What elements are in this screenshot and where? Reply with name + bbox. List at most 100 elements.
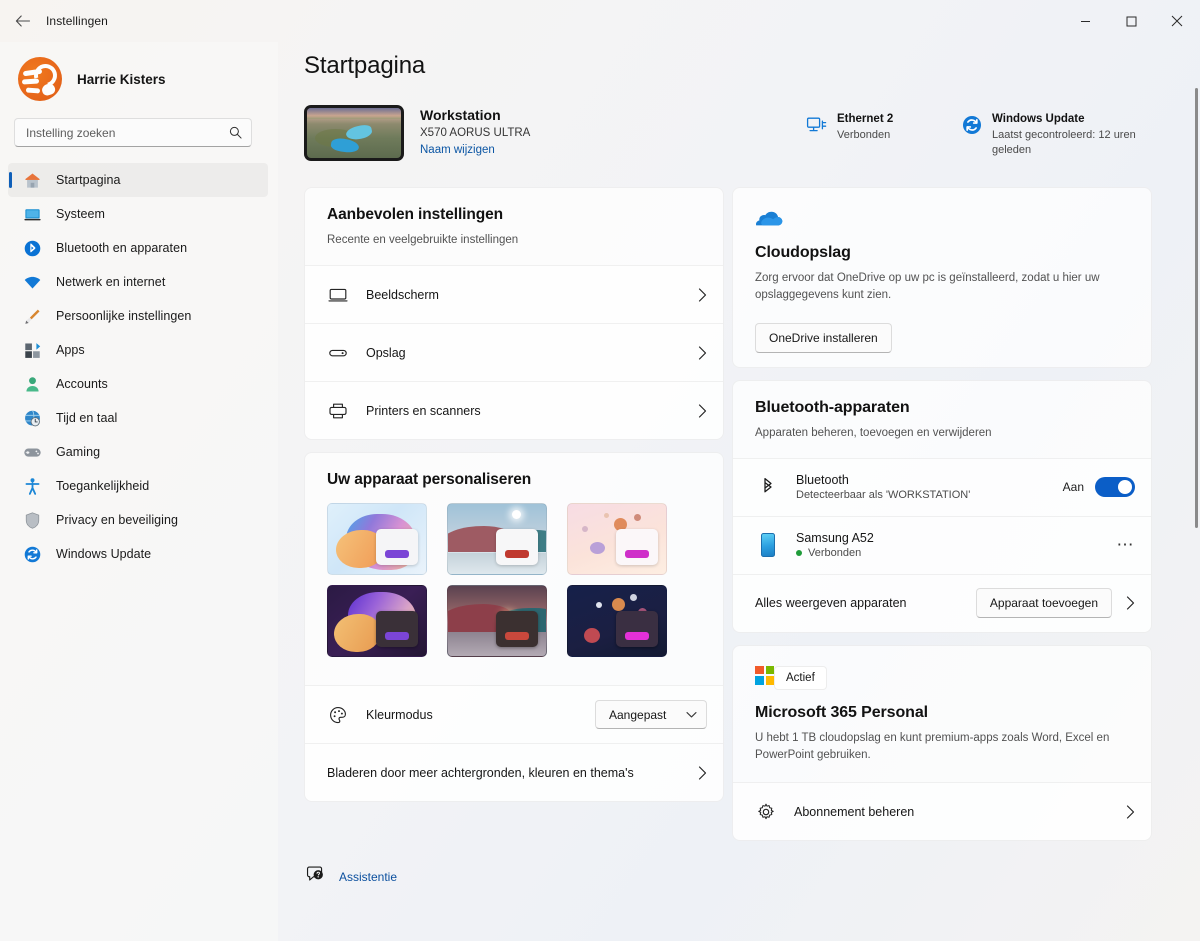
theme-option-bloom-dark[interactable]: [327, 585, 427, 658]
card-subtitle: Apparaten beheren, toevoegen en verwijde…: [755, 426, 992, 439]
right-column: Cloudopslag Zorg ervoor dat OneDrive op …: [732, 187, 1152, 842]
theme-option-cosmos-dark[interactable]: [567, 585, 667, 658]
device-info: Workstation X570 AORUS ULTRA Naam wijzig…: [420, 105, 530, 156]
main-content: Startpagina Workstation X570 AORUS ULTRA…: [278, 42, 1194, 941]
card-header: Aanbevolen instellingen Recente en veelg…: [305, 188, 723, 265]
back-button[interactable]: [6, 6, 40, 36]
color-mode-row[interactable]: Kleurmodus Aangepast: [305, 685, 723, 744]
gamepad-icon: [22, 442, 42, 462]
close-icon: [1171, 15, 1183, 27]
sidebar-item-privacy-en-beveiliging[interactable]: Privacy en beveiliging: [8, 503, 268, 537]
row-label: Samsung A52: [796, 531, 874, 546]
sidebar-item-systeem[interactable]: Systeem: [8, 197, 268, 231]
sidebar-item-netwerk-en-internet[interactable]: Netwerk en internet: [8, 265, 268, 299]
device-model: X570 AORUS ULTRA: [420, 127, 531, 139]
status-item-windows-update[interactable]: Windows Update Laatst gecontroleerd: 12 …: [961, 113, 1156, 158]
sidebar-item-gaming[interactable]: Gaming: [8, 435, 268, 469]
card-title: Cloudopslag: [755, 244, 851, 261]
status-dot-icon: [796, 550, 802, 557]
sidebar-item-label: Persoonlijke instellingen: [56, 309, 192, 323]
theme-option-cosmos-light[interactable]: [567, 503, 667, 576]
status-subtitle: Laatst gecontroleerd: 12 uren geleden: [992, 129, 1136, 157]
window-controls: [1062, 0, 1200, 42]
device-wallpaper-thumbnail: [304, 105, 404, 161]
sidebar-item-label: Systeem: [56, 207, 105, 221]
window-title: Instellingen: [46, 14, 108, 28]
add-device-button[interactable]: Apparaat toevoegen: [975, 588, 1112, 619]
card-header: Uw apparaat personaliseren: [305, 453, 723, 503]
bluetooth-footer-row: Alles weergeven apparaten Apparaat toevo…: [733, 573, 1151, 632]
recommended-row-opslag[interactable]: Opslag: [305, 323, 723, 382]
sidebar-item-toegankelijkheid[interactable]: Toegankelijkheid: [8, 469, 268, 503]
chevron-right-icon[interactable]: [1126, 596, 1135, 610]
microsoft-logo: [755, 665, 774, 685]
clock-globe-icon: [22, 408, 42, 428]
sidebar-item-label: Tijd en taal: [56, 411, 118, 425]
sidebar-item-persoonlijke-instellingen[interactable]: Persoonlijke instellingen: [8, 299, 268, 333]
chevron-right-icon: [698, 766, 707, 780]
sidebar-item-apps[interactable]: Apps: [8, 333, 268, 367]
display-icon: [327, 284, 349, 306]
palette-icon: [327, 704, 349, 726]
sidebar-item-label: Bluetooth en apparaten: [56, 241, 188, 255]
windows-update-icon: [961, 114, 983, 136]
account-icon: [22, 374, 42, 394]
row-sublabel: Detecteerbaar als 'WORKSTATION': [796, 489, 971, 502]
help-bubble-icon: [306, 865, 325, 888]
sidebar-item-tijd-en-taal[interactable]: Tijd en taal: [8, 401, 268, 435]
assistance-link[interactable]: Assistentie: [304, 865, 1156, 888]
close-button[interactable]: [1154, 0, 1200, 42]
search-input[interactable]: [26, 125, 229, 140]
sidebar-nav: Startpagina Systeem Bluetooth en apparat…: [0, 163, 278, 571]
browse-more-themes-row[interactable]: Bladeren door meer achtergronden, kleure…: [305, 743, 723, 802]
show-all-devices-link[interactable]: Alles weergeven apparaten: [755, 596, 907, 610]
rename-device-link[interactable]: Naam wijzigen: [420, 144, 530, 156]
brush-icon: [22, 306, 42, 326]
bluetooth-toggle[interactable]: [1095, 477, 1135, 498]
sidebar-item-label: Accounts: [56, 377, 108, 391]
vertical-scrollbar[interactable]: [1195, 88, 1198, 528]
row-sublabel: Verbonden: [796, 547, 874, 559]
theme-option-flow-light[interactable]: [447, 503, 547, 576]
sidebar-item-label: Startpagina: [56, 173, 121, 187]
status-title: Ethernet 2: [837, 113, 894, 125]
printer-icon: [327, 400, 349, 422]
search-box[interactable]: [14, 118, 252, 147]
color-mode-dropdown[interactable]: Aangepast: [595, 700, 707, 730]
status-group: Ethernet 2 Verbonden Windows Update Laat…: [806, 105, 1156, 158]
bluetooth-toggle-row[interactable]: Bluetooth Detecteerbaar als 'WORKSTATION…: [733, 457, 1151, 516]
sidebar-item-bluetooth-en-apparaten[interactable]: Bluetooth en apparaten: [8, 231, 268, 265]
recommended-row-beeldscherm[interactable]: Beeldscherm: [305, 265, 723, 324]
maximize-button[interactable]: [1108, 0, 1154, 42]
settings-window: Instellingen Harrie Kisters Instelling z…: [0, 0, 1200, 941]
sidebar-item-startpagina[interactable]: Startpagina: [8, 163, 268, 197]
chevron-right-icon: [1126, 805, 1135, 819]
card-title: Microsoft 365 Personal: [755, 703, 928, 721]
sidebar-item-label: Toegankelijkheid: [56, 479, 150, 493]
row-label: Printers en scanners: [366, 403, 481, 418]
maximize-icon: [1126, 16, 1136, 26]
install-onedrive-button[interactable]: OneDrive installeren: [755, 322, 892, 353]
profile-section[interactable]: Harrie Kisters: [0, 42, 278, 104]
recommended-row-printers-en-scanners[interactable]: Printers en scanners: [305, 381, 723, 440]
minimize-button[interactable]: [1062, 0, 1108, 42]
sidebar-item-accounts[interactable]: Accounts: [8, 367, 268, 401]
theme-option-flow-dark[interactable]: [447, 585, 547, 658]
row-label: Beeldscherm: [366, 287, 439, 302]
theme-option-bloom-light[interactable]: [327, 503, 427, 576]
bluetooth-icon: [757, 476, 779, 498]
minimize-icon: [1080, 20, 1090, 22]
personalize-card: Uw apparaat personaliseren Kleurmodus Aa…: [304, 452, 724, 803]
left-column: Aanbevolen instellingen Recente en veelg…: [304, 187, 724, 841]
more-options-icon[interactable]: ⋯: [1117, 536, 1136, 553]
chevron-down-icon: [686, 711, 697, 719]
sidebar-item-windows-update[interactable]: Windows Update: [8, 537, 268, 571]
manage-subscription-row[interactable]: Abonnement beheren: [733, 782, 1151, 841]
device-header: Workstation X570 AORUS ULTRA Naam wijzig…: [304, 105, 1156, 161]
home-icon: [22, 170, 42, 190]
bluetooth-device-row[interactable]: Samsung A52 Verbonden ⋯: [733, 515, 1151, 574]
cards-columns: Aanbevolen instellingen Recente en veelg…: [304, 187, 1156, 842]
status-item-ethernet[interactable]: Ethernet 2 Verbonden: [806, 113, 961, 158]
theme-gallery: [305, 503, 723, 685]
storage-icon: [327, 342, 349, 364]
